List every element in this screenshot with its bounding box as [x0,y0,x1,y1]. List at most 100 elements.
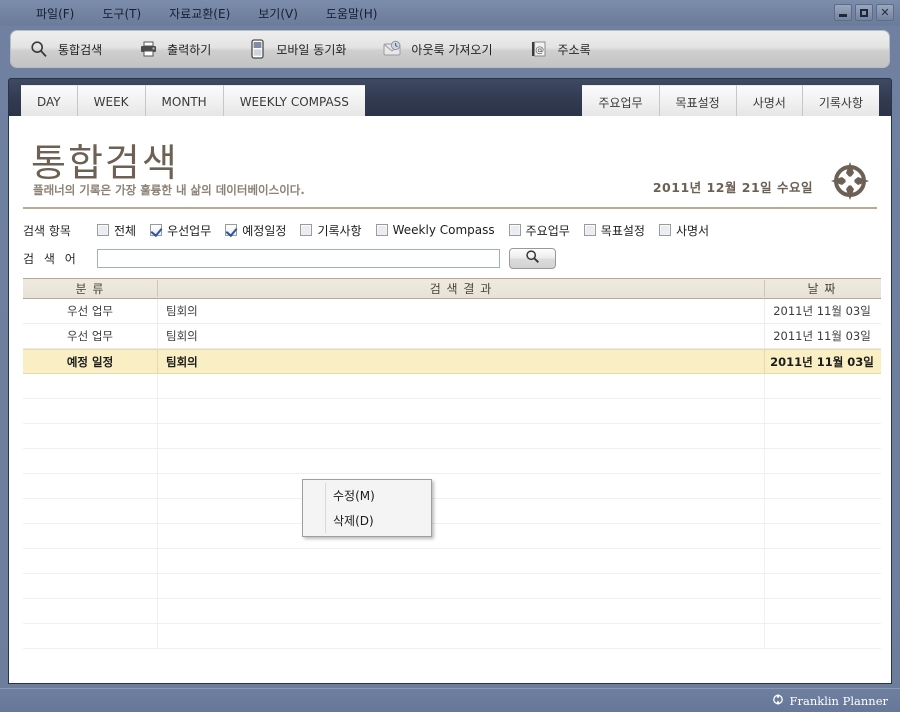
menu-item-file[interactable]: 파일(F) [22,3,88,24]
checkbox-mission-statement-box[interactable] [658,224,671,236]
checkbox-scheduled-events[interactable]: 예정일정 [225,222,286,239]
checkbox-all[interactable]: 전체 [97,222,136,239]
printer-icon [138,39,158,59]
search-filter-label: 검색 항목 [23,223,71,238]
tab-main-tasks[interactable]: 주요업무 [582,85,660,118]
cell-date: 2011년 11월 03일 [770,354,874,369]
empty-cell [765,399,879,423]
toolbar-button-outlook-import[interactable]: 아웃룩 가져오기 [364,31,510,67]
table-empty-row [23,474,881,499]
application-window: ✕ 파일(F) 도구(T) 자료교환(E) 보기(V) 도움말(H) 통합검색 … [0,0,900,712]
checkbox-priority-tasks-box[interactable] [150,224,163,236]
empty-cell [23,499,157,523]
column-header-category: 분 류 [75,282,105,296]
empty-cell [765,549,879,573]
header-divider [23,207,877,209]
checkbox-scheduled-events-label: 예정일정 [242,223,287,238]
empty-cell [157,474,765,498]
empty-cell [765,474,879,498]
checkbox-records-label: 기록사항 [317,223,362,238]
checkbox-records[interactable]: 기록사항 [300,222,362,239]
toolbar-button-address-book[interactable]: @ 주소록 [511,31,609,67]
table-empty-row [23,399,881,424]
window-controls: ✕ [834,4,894,21]
empty-cell [157,524,765,548]
checkbox-scheduled-events-box[interactable] [225,224,238,236]
empty-cell [157,399,765,423]
toolbar-button-print[interactable]: 출력하기 [120,31,229,67]
checkbox-main-tasks-box[interactable] [508,224,521,236]
column-header-date: 날 짜 [807,282,837,296]
empty-cell [765,574,879,598]
checkbox-all-box[interactable] [97,224,109,236]
empty-cell [157,374,765,398]
minimize-button[interactable] [834,4,852,21]
empty-cell [765,499,879,523]
empty-cell [23,524,157,548]
toolbar-label-outlook-import: 아웃룩 가져오기 [411,42,493,57]
checkbox-weekly-compass-box[interactable] [375,224,388,236]
menu-item-help[interactable]: 도움말(H) [312,3,392,24]
toolbar-label-address-book: 주소록 [557,42,591,57]
checkbox-mission-statement[interactable]: 사명서 [658,222,709,239]
cell-date: 2011년 11월 03일 [773,304,871,318]
checkbox-all-label: 전체 [114,223,137,238]
page-title: 통합검색 [31,141,179,185]
brand-logo: Franklin Planner [772,693,888,709]
cell-category: 우선 업무 [67,329,113,343]
search-filter-row: 검색 항목 전체 우선업무 예정일정 기록사항 Weekly Compass 주… [9,216,893,244]
tab-records[interactable]: 기록사항 [802,85,879,118]
checkbox-weekly-compass[interactable]: Weekly Compass [375,223,495,237]
cell-category: 예정 일정 [66,354,114,369]
menu-item-data-exchange[interactable]: 자료교환(E) [155,3,244,24]
svg-text:@: @ [535,45,544,55]
checkbox-priority-tasks[interactable]: 우선업무 [150,222,211,239]
empty-cell [765,424,879,448]
close-button[interactable]: ✕ [876,4,894,21]
menu-item-view[interactable]: 보기(V) [244,3,312,24]
cell-category: 우선 업무 [67,304,113,318]
toolbar-button-mobile-sync[interactable]: 모바일 동기화 [229,31,364,67]
table-row[interactable]: 우선 업무 팀회의 2011년 11월 03일 [23,298,881,324]
search-button[interactable] [509,247,556,269]
tab-goal-setting[interactable]: 목표설정 [659,85,737,118]
tab-mission-statement[interactable]: 사명서 [736,85,803,118]
table-row-selected[interactable]: 예정 일정 팀회의 2011년 11월 03일 [23,349,881,374]
maximize-button[interactable] [855,4,873,21]
context-menu: 수정(M) 삭제(D) [302,479,432,537]
search-input[interactable] [97,248,500,268]
table-row[interactable]: 우선 업무 팀회의 2011년 11월 03일 [23,323,881,349]
checkbox-goal-setting[interactable]: 목표설정 [583,222,645,239]
empty-cell [765,524,879,548]
toolbar-button-integrated-search[interactable]: 통합검색 [11,31,120,67]
cell-date: 2011년 11월 03일 [773,329,871,343]
search-term-label: 검 색 어 [23,251,79,266]
search-icon [29,39,49,59]
tab-weekly-compass[interactable]: WEEKLY COMPASS [223,85,365,118]
context-menu-item-edit[interactable]: 수정(M) [303,483,431,508]
empty-cell [157,574,765,598]
checkbox-records-box[interactable] [300,224,313,236]
context-menu-item-delete[interactable]: 삭제(D) [303,508,431,533]
compass-logo-icon [829,160,871,202]
table-empty-row [23,549,881,574]
empty-cell [157,424,765,448]
checkbox-main-tasks[interactable]: 주요업무 [508,222,570,239]
status-bar: Franklin Planner [0,688,900,712]
table-empty-row [23,574,881,599]
checkbox-goal-setting-box[interactable] [583,224,596,236]
secondary-tabs: 주요업무 목표설정 사명서 기록사항 [582,85,879,118]
empty-cell [765,599,879,623]
menu-item-tools[interactable]: 도구(T) [88,3,155,24]
checkbox-goal-setting-label: 목표설정 [600,223,645,238]
tab-month[interactable]: MONTH [145,85,224,118]
page-subtitle: 플래너의 기록은 가장 훌륭한 내 삶의 데이터베이스이다. [33,183,305,197]
empty-cell [23,474,157,498]
tab-week[interactable]: WEEK [77,85,146,118]
cell-result: 팀회의 [157,349,765,374]
current-date: 2011년 12월 21일 수요일 [652,180,813,195]
empty-cell [157,449,765,473]
mobile-phone-icon [247,39,267,59]
tab-day[interactable]: DAY [21,85,78,118]
toolbar-label-mobile-sync: 모바일 동기화 [276,42,347,57]
